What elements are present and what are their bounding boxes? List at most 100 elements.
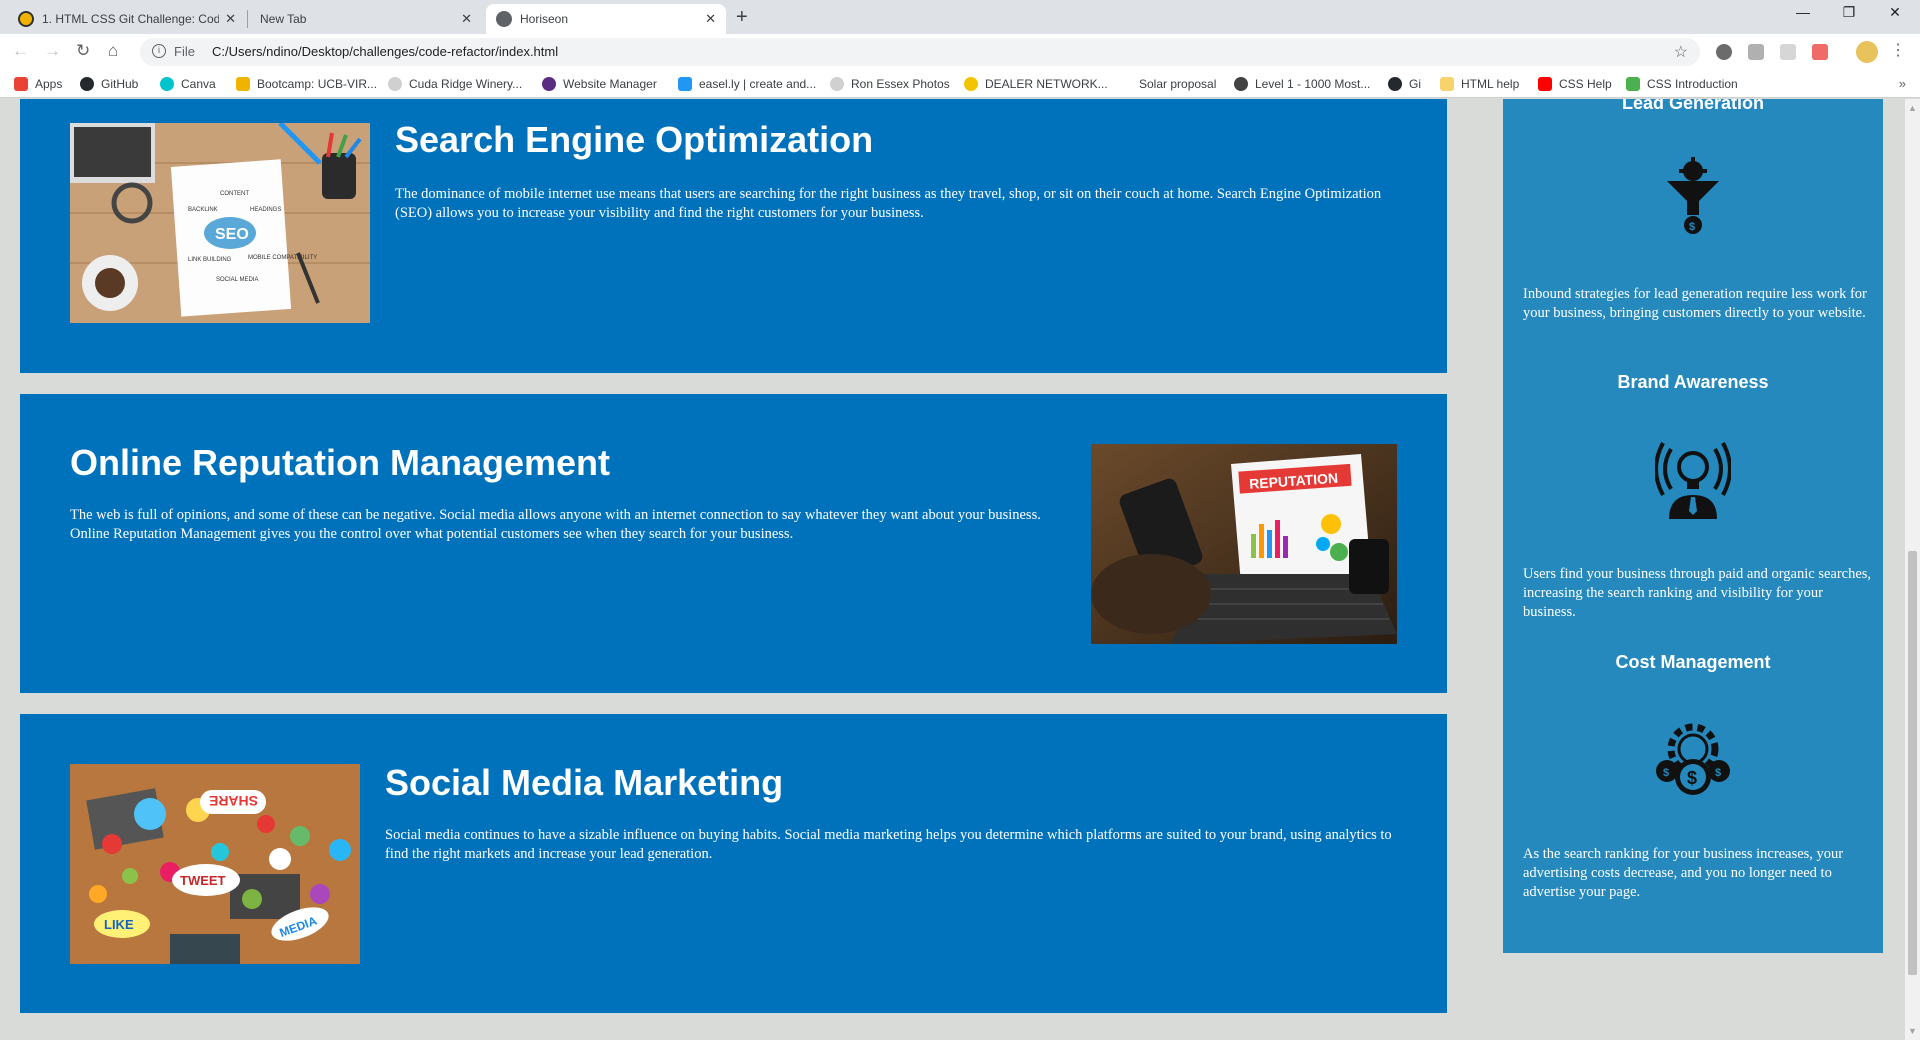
benefit-description: As the search ranking for your business … (1523, 846, 1844, 900)
extension-icon[interactable] (1812, 44, 1828, 60)
service-title: Social Media Marketing (385, 762, 784, 803)
benefit-title: Lead Generation (1621, 99, 1765, 113)
bookmark-label: CSS Help (1559, 77, 1612, 91)
bookmark-canva[interactable]: Canva (160, 77, 216, 91)
sun-icon (964, 77, 978, 91)
bootcamp-favicon-icon (18, 11, 34, 27)
seo-image-label: SEO (215, 226, 249, 243)
w3schools-icon (1626, 77, 1640, 91)
tab-strip: 1. HTML CSS Git Challenge: Code ✕ New Ta… (0, 0, 1920, 34)
like-label: LIKE (104, 917, 134, 932)
bookmark-html-help[interactable]: HTML help (1440, 77, 1519, 91)
social-media-image: SHARE TWEET LIKE MEDIA (70, 764, 360, 964)
tab-horiseon[interactable]: Horiseon ✕ (486, 4, 726, 34)
svg-text:CONTENT: CONTENT (220, 191, 249, 197)
bookmark-label: easel.ly | create and... (699, 77, 817, 91)
extension-icon[interactable] (1780, 44, 1796, 60)
scheme-label: File (174, 44, 195, 59)
info-icon[interactable]: i (152, 44, 166, 58)
svg-text:BACKLINK: BACKLINK (188, 207, 218, 213)
bookmark-css-help[interactable]: CSS Help (1538, 77, 1612, 91)
home-button[interactable]: ⌂ (108, 41, 118, 61)
github-icon (80, 77, 94, 91)
scroll-down-icon[interactable]: ▼ (1908, 1026, 1917, 1036)
bookmark-label: Apps (35, 77, 63, 91)
bookmarks-bar: Apps GitHub Canva Bootcamp: UCB-VIR... C… (0, 70, 1920, 98)
globe-icon (1234, 77, 1248, 91)
bookmark-apps[interactable]: Apps (14, 77, 62, 91)
address-bar[interactable]: i File C:/Users/ndino/Desktop/challenges… (140, 38, 1700, 66)
reload-button[interactable]: ↻ (76, 41, 90, 61)
tab-divider (247, 10, 248, 28)
bookmark-website-manager[interactable]: Website Manager (542, 77, 657, 91)
menu-icon[interactable]: ⋮ (1890, 40, 1906, 60)
service-description: The web is full of opinions, and some of… (70, 507, 1041, 542)
bookmark-label: Cuda Ridge Winery... (409, 77, 523, 91)
bookmark-star-icon[interactable]: ☆ (1674, 42, 1688, 62)
close-tab-icon[interactable]: ✕ (225, 11, 236, 27)
canva-icon (160, 77, 174, 91)
benefit-title: Cost Management (1615, 652, 1771, 672)
bookmark-css-introduction[interactable]: CSS Introduction (1626, 77, 1738, 91)
lightbulb-broadcast-icon (1655, 442, 1731, 519)
bookmark-gi[interactable]: Gi (1388, 77, 1421, 91)
back-button[interactable]: ← (12, 41, 29, 61)
forward-button[interactable]: → (44, 41, 61, 61)
funnel-dollar-icon: $ (1667, 157, 1719, 234)
easelly-icon (678, 77, 692, 91)
service-description: Social media continues to have a sizable… (385, 827, 1392, 862)
close-window-button[interactable]: ✕ (1872, 4, 1918, 21)
browser-toolbar: ← → ↻ ⌂ i File C:/Users/ndino/Desktop/ch… (0, 34, 1920, 70)
apps-grid-icon (14, 77, 28, 91)
tab-new-tab[interactable]: New Tab ✕ (250, 4, 482, 34)
tweet-label: TWEET (180, 873, 226, 888)
benefit-description: Inbound strategies for lead generation r… (1523, 286, 1867, 321)
service-social-media-marketing: SHARE TWEET LIKE MEDIA Social Media Mark… (20, 714, 1447, 1013)
bookmark-label: Bootcamp: UCB-VIR... (257, 77, 378, 91)
scrollbar-thumb[interactable] (1908, 551, 1917, 975)
close-tab-icon[interactable]: ✕ (705, 11, 716, 27)
vertical-scrollbar[interactable]: ▲ ▼ (1905, 99, 1920, 1040)
bookmark-label: HTML help (1461, 77, 1520, 91)
share-label: SHARE (209, 793, 258, 809)
scroll-up-icon[interactable]: ▲ (1908, 103, 1917, 113)
tab-challenge[interactable]: 1. HTML CSS Git Challenge: Code ✕ (8, 4, 246, 34)
close-tab-icon[interactable]: ✕ (461, 11, 472, 27)
bookmark-solar-proposal[interactable]: Solar proposal (1118, 77, 1216, 91)
extension-icon[interactable] (1748, 44, 1764, 60)
seo-image: SEO BACKLINK CONTENT HEADINGS LINK BUILD… (70, 123, 370, 323)
bookmark-github[interactable]: GitHub (80, 77, 138, 91)
bootcamp-icon (236, 77, 250, 91)
gear-dollar-icon: $ $ $ (1656, 723, 1730, 795)
blank-icon (1118, 77, 1132, 91)
github-icon (1388, 77, 1402, 91)
site-icon (830, 77, 844, 91)
benefit-description: Users find your business through paid an… (1523, 566, 1872, 620)
svg-text:$: $ (1715, 767, 1721, 779)
bookmark-bootcamp[interactable]: Bootcamp: UCB-VIR... (236, 77, 377, 91)
service-online-reputation: Online Reputation Management The web is … (20, 394, 1447, 693)
minimize-button[interactable]: — (1780, 4, 1826, 20)
benefits-sidebar: Lead Generation $ Inbound strategies for… (1503, 99, 1883, 953)
svg-text:$: $ (1689, 221, 1695, 233)
reputation-image: REPUTATION (1091, 444, 1397, 644)
bookmark-cuda-ridge[interactable]: Cuda Ridge Winery... (388, 77, 522, 91)
svg-text:MOBILE COMPATIBILITY: MOBILE COMPATIBILITY (248, 255, 317, 261)
restore-button[interactable]: ❐ (1826, 4, 1872, 21)
youtube-icon (1538, 77, 1552, 91)
bookmark-easelly[interactable]: easel.ly | create and... (678, 77, 816, 91)
bookmark-label: Ron Essex Photos (851, 77, 950, 91)
svg-text:HEADINGS: HEADINGS (250, 207, 281, 213)
site-icon (388, 77, 402, 91)
bookmark-ron-essex[interactable]: Ron Essex Photos (830, 77, 950, 91)
bookmark-dealer-network[interactable]: DEALER NETWORK... (964, 77, 1108, 91)
page-viewport: SEO BACKLINK CONTENT HEADINGS LINK BUILD… (0, 99, 1905, 1040)
more-bookmarks-icon[interactable]: » (1899, 76, 1906, 91)
bookmark-label: Canva (181, 77, 216, 91)
profile-avatar[interactable] (1856, 41, 1878, 63)
url-text[interactable]: C:/Users/ndino/Desktop/challenges/code-r… (212, 44, 558, 59)
new-tab-button[interactable]: + (736, 6, 748, 29)
bookmark-level-1[interactable]: Level 1 - 1000 Most... (1234, 77, 1370, 91)
svg-text:$: $ (1687, 768, 1697, 788)
extension-icon[interactable] (1716, 44, 1732, 60)
